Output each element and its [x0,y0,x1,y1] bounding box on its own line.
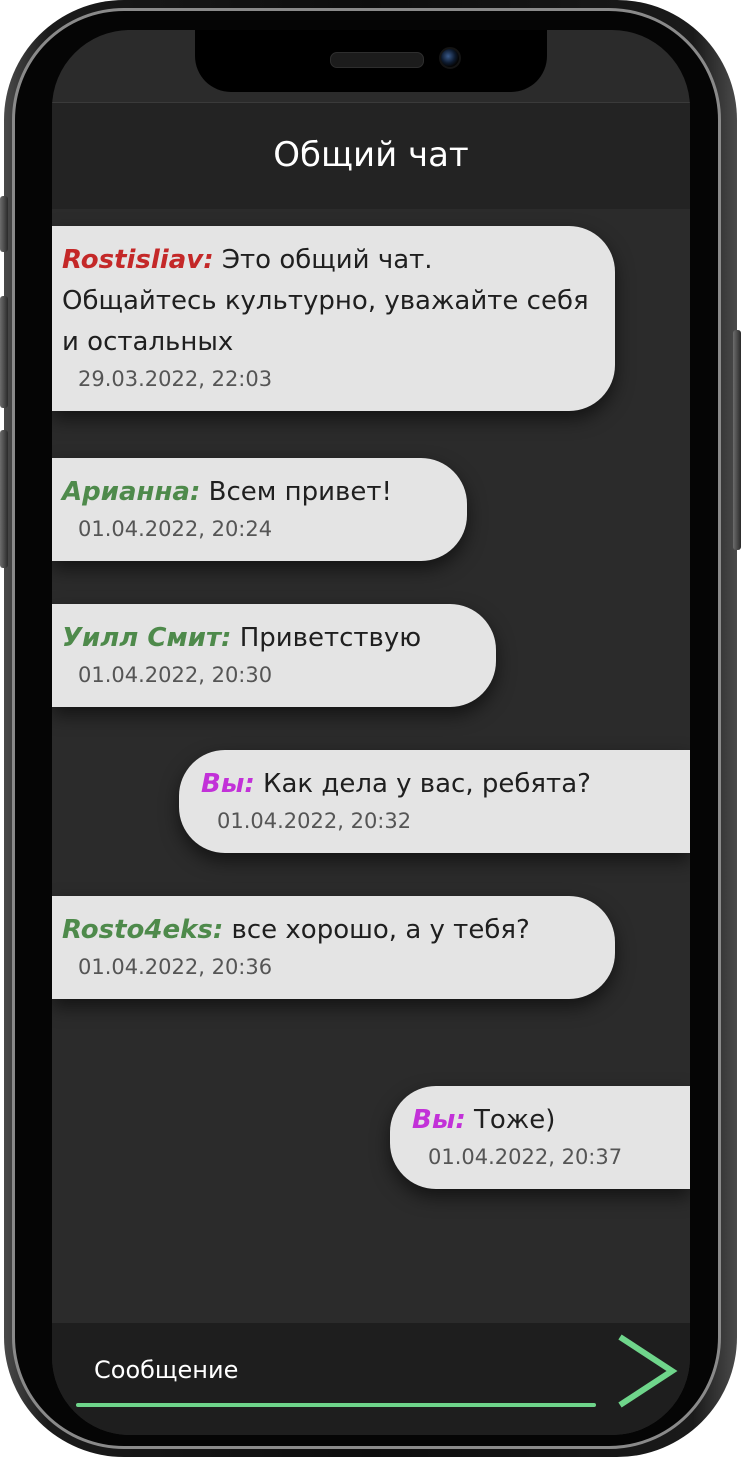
chat-title: Общий чат [273,135,469,175]
send-button[interactable] [614,1331,680,1411]
screen: Общий чат Rostisliav: Это общий чат. Общ… [52,30,690,1435]
volume-up-button [0,196,8,252]
message-sender: Арианна: [62,477,201,507]
message-bubble[interactable]: Арианна: Всем привет! 01.04.2022, 20:24 [52,458,467,561]
message-bubble[interactable]: Уилл Смит: Приветствую 01.04.2022, 20:30 [52,604,496,707]
chat-header: Общий чат [52,102,690,209]
message-bubble[interactable]: Rosto4eks: все хорошо, а у тебя? 01.04.2… [52,896,615,999]
message-input[interactable] [74,1345,594,1395]
message-text: Всем привет! [208,477,392,507]
message-time: 01.04.2022, 20:36 [78,955,273,979]
message-time: 01.04.2022, 20:32 [217,809,412,833]
message-text: все хорошо, а у тебя? [231,915,530,945]
front-camera [439,47,461,69]
message-sender: Rosto4eks: [62,915,224,945]
message-bubble-own[interactable]: Вы: Как дела у вас, ребята? 01.04.2022, … [179,750,690,853]
power-button [733,330,741,550]
message-sender: Rostisliav: [62,245,214,275]
message-time: 01.04.2022, 20:30 [78,663,273,687]
message-time: 29.03.2022, 22:03 [78,367,273,391]
message-text: Тоже) [474,1105,556,1135]
message-sender: Уилл Смит: [62,623,232,653]
notch [195,30,547,92]
speaker-grille [330,52,424,68]
message-sender: Вы: [201,769,255,799]
message-sender: Вы: [412,1105,466,1135]
composer-bar [52,1323,690,1435]
volume-down-button [0,296,8,408]
message-text: Как дела у вас, ребята? [263,769,591,799]
message-text: Приветствую [239,623,422,653]
message-time: 01.04.2022, 20:24 [78,517,273,541]
send-arrow-icon [618,1334,678,1408]
message-bubble-own[interactable]: Вы: Тоже) 01.04.2022, 20:37 [390,1086,690,1189]
message-bubble[interactable]: Rostisliav: Это общий чат. Общайтесь кул… [52,226,615,411]
mute-button [0,430,8,568]
input-underline [76,1403,596,1407]
message-time: 01.04.2022, 20:37 [428,1145,623,1169]
